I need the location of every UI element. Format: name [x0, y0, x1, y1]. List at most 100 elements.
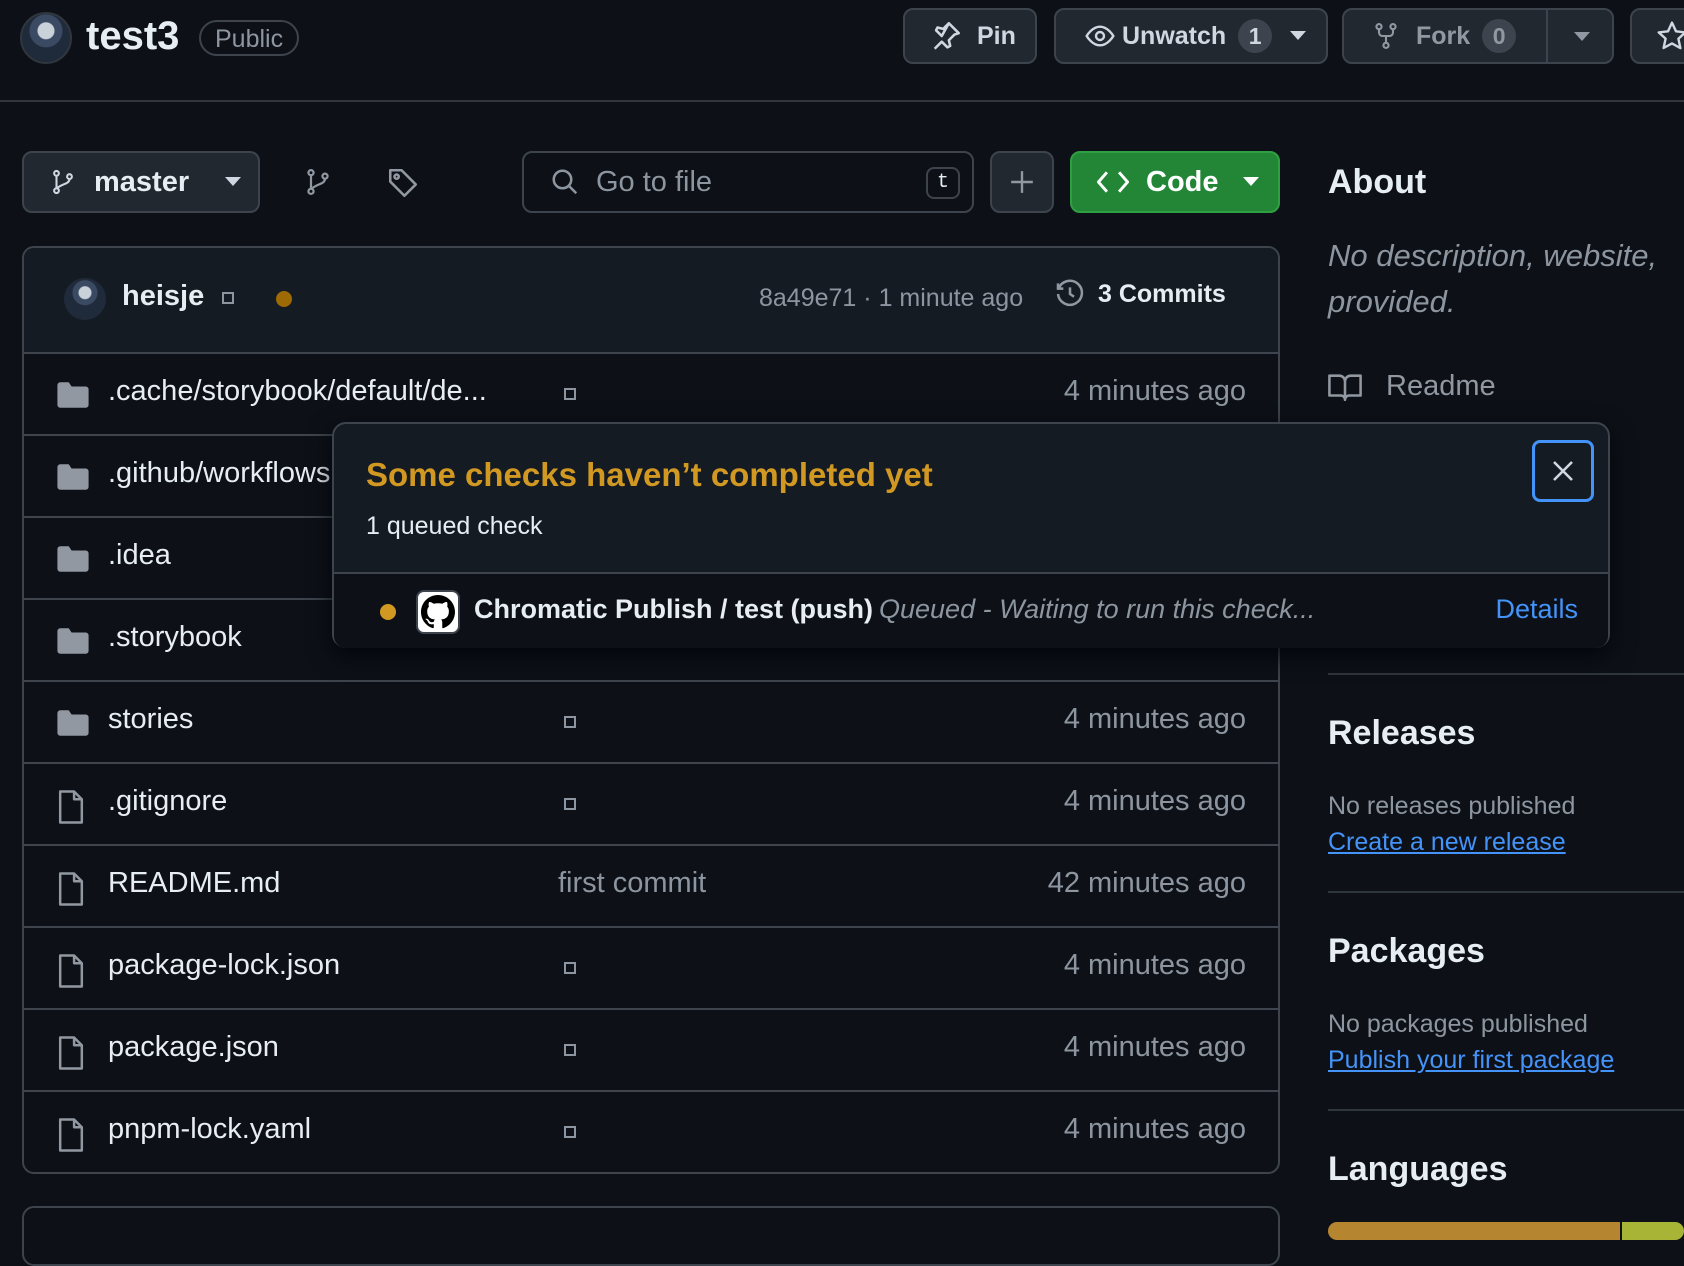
- code-button[interactable]: Code: [1070, 151, 1280, 213]
- about-title: About: [1328, 163, 1427, 201]
- file-name-link[interactable]: .cache/storybook/default/de...: [108, 375, 487, 408]
- commit-separator: ·: [863, 284, 872, 312]
- close-icon: [1552, 460, 1574, 482]
- file-row[interactable]: package-lock.json 4 minutes ago: [24, 928, 1278, 1010]
- commit-message-link[interactable]: first commit: [558, 867, 706, 900]
- check-details-link[interactable]: Details: [1495, 594, 1578, 625]
- file-name-link[interactable]: package.json: [108, 1031, 279, 1064]
- close-button[interactable]: [1532, 440, 1594, 502]
- check-run-row: Chromatic Publish / test (push) Queued -…: [334, 572, 1608, 648]
- commit-time: 4 minutes ago: [1063, 1113, 1246, 1145]
- check-status-text: Queued - Waiting to run this check...: [879, 594, 1316, 624]
- packages-empty-text: No packages published: [1328, 1010, 1588, 1038]
- commits-link[interactable]: 3 Commits: [1054, 278, 1226, 310]
- commit-meta[interactable]: 8a49e71 · 1 minute ago: [759, 284, 1023, 313]
- file-row[interactable]: stories 4 minutes ago: [24, 682, 1278, 764]
- tags-icon[interactable]: [386, 166, 420, 200]
- folder-icon: [56, 626, 90, 656]
- watch-count: 1: [1238, 19, 1273, 53]
- github-app-icon: [416, 590, 460, 634]
- file-name-link[interactable]: .idea: [108, 539, 171, 572]
- commit-message-placeholder[interactable]: [564, 962, 576, 974]
- plus-icon: [1009, 169, 1035, 195]
- file-row[interactable]: pnpm-lock.yaml 4 minutes ago: [24, 1092, 1278, 1172]
- repo-name[interactable]: test3: [86, 14, 179, 59]
- file-row[interactable]: README.md first commit 42 minutes ago: [24, 846, 1278, 928]
- search-shortcut-key: t: [926, 167, 960, 199]
- about-description: No description, website, provided.: [1328, 238, 1657, 320]
- language-bar: [1328, 1222, 1684, 1240]
- author-avatar[interactable]: [64, 278, 106, 320]
- branch-selector[interactable]: master: [22, 151, 260, 213]
- commit-message-placeholder[interactable]: [564, 1044, 576, 1056]
- commit-time: 4 minutes ago: [1063, 949, 1246, 981]
- eye-icon: [1084, 20, 1116, 52]
- commit-author[interactable]: heisje: [122, 280, 204, 313]
- commit-message-placeholder[interactable]: [222, 292, 234, 304]
- file-name-link[interactable]: pnpm-lock.yaml: [108, 1113, 311, 1146]
- file-icon: [56, 1036, 86, 1070]
- branch-icon: [50, 167, 76, 197]
- file-row[interactable]: .gitignore 4 minutes ago: [24, 764, 1278, 846]
- file-name-link[interactable]: README.md: [108, 867, 280, 900]
- commit-time: 4 minutes ago: [1063, 375, 1246, 407]
- file-name-link[interactable]: stories: [108, 703, 193, 736]
- unwatch-button[interactable]: Unwatch 1: [1054, 8, 1328, 64]
- file-row[interactable]: package.json 4 minutes ago: [24, 1010, 1278, 1092]
- code-icon: [1096, 169, 1130, 195]
- publish-package-link[interactable]: Publish your first package: [1328, 1046, 1614, 1075]
- file-name-link[interactable]: .gitignore: [108, 785, 227, 818]
- search-placeholder: Go to file: [596, 165, 713, 198]
- commit-message-placeholder[interactable]: [564, 388, 576, 400]
- add-file-button[interactable]: [990, 151, 1054, 213]
- file-icon: [56, 1118, 86, 1152]
- file-name-link[interactable]: package-lock.json: [108, 949, 340, 982]
- queued-status-dot: [380, 604, 396, 620]
- go-to-file-search[interactable]: Go to file t: [522, 151, 974, 213]
- visibility-badge: Public: [199, 20, 300, 56]
- book-icon: [1328, 372, 1362, 402]
- folder-icon: [56, 462, 90, 492]
- about-description-line: provided.: [1328, 284, 1456, 319]
- pin-button[interactable]: Pin: [903, 8, 1037, 64]
- checks-popover: Some checks haven’t completed yet 1 queu…: [332, 422, 1610, 648]
- commit-hash[interactable]: 8a49e71: [759, 284, 856, 312]
- chevron-down-icon[interactable]: [1290, 31, 1307, 41]
- file-table: heisje 8a49e71 · 1 minute ago 3 Commits …: [22, 246, 1280, 1174]
- checks-popover-subtitle: 1 queued check: [366, 512, 543, 540]
- readme-label: Readme: [1386, 370, 1496, 402]
- code-label: Code: [1146, 165, 1219, 198]
- sidebar-divider: [1328, 891, 1684, 893]
- commit-message-placeholder[interactable]: [564, 798, 576, 810]
- commit-status-dot[interactable]: [276, 291, 292, 307]
- commit-message-placeholder[interactable]: [564, 716, 576, 728]
- check-name: Chromatic Publish / test (push): [474, 594, 874, 624]
- language-bar-segment[interactable]: [1328, 1222, 1620, 1240]
- commit-time: 1 minute ago: [878, 284, 1024, 312]
- commit-time: 4 minutes ago: [1063, 785, 1246, 817]
- file-icon: [56, 954, 86, 988]
- packages-title[interactable]: Packages: [1328, 932, 1485, 971]
- folder-icon: [56, 380, 90, 410]
- about-description-line: No description, website,: [1328, 238, 1658, 273]
- branches-icon[interactable]: [304, 166, 332, 198]
- owner-avatar[interactable]: [20, 12, 72, 64]
- branch-name: master: [94, 165, 190, 198]
- sidebar-divider: [1328, 1109, 1684, 1111]
- file-name-link[interactable]: .storybook: [108, 621, 242, 654]
- sidebar-divider: [1328, 673, 1684, 675]
- commit-message-placeholder[interactable]: [564, 1126, 576, 1138]
- file-icon: [56, 872, 86, 906]
- releases-title[interactable]: Releases: [1328, 714, 1475, 753]
- file-name-link[interactable]: .github/workflows: [108, 457, 330, 490]
- commit-time: 4 minutes ago: [1063, 703, 1246, 735]
- commit-time: 42 minutes ago: [1047, 867, 1246, 899]
- checks-popover-title: Some checks haven’t completed yet: [366, 456, 933, 493]
- unwatch-label: Unwatch: [1122, 21, 1227, 50]
- pin-icon: [929, 19, 963, 53]
- readme-link[interactable]: Readme: [1328, 370, 1496, 403]
- search-icon: [550, 167, 580, 197]
- language-bar-segment[interactable]: [1622, 1222, 1684, 1240]
- create-release-link[interactable]: Create a new release: [1328, 828, 1566, 857]
- history-icon: [1054, 278, 1086, 310]
